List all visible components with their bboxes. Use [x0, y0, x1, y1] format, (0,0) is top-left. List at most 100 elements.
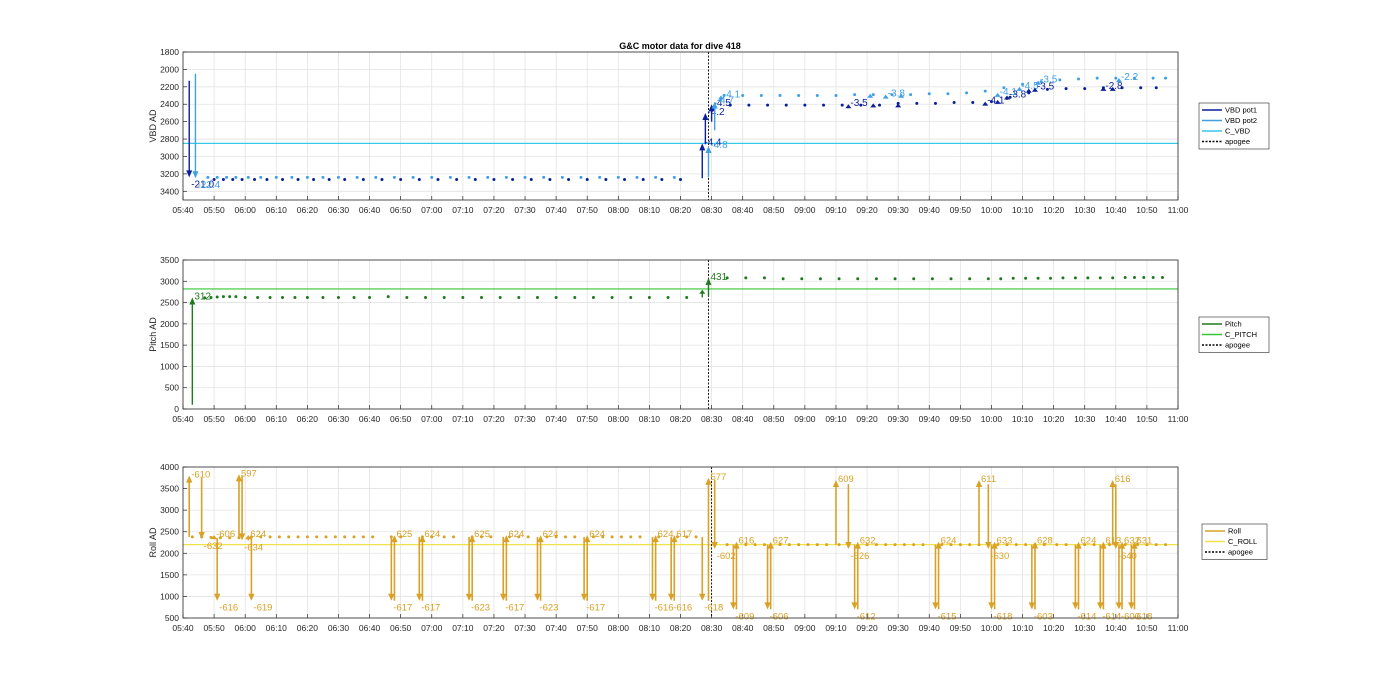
move-label: -2.2	[1121, 72, 1139, 83]
data-point	[567, 178, 571, 182]
data-point	[296, 535, 300, 539]
data-point	[958, 543, 962, 547]
data-point	[921, 543, 925, 547]
move-label: -4.8	[710, 140, 728, 151]
data-point	[585, 178, 589, 182]
y-tick-label: 3400	[160, 186, 179, 196]
data-point	[778, 94, 782, 98]
x-tick-label: 08:00	[608, 623, 630, 633]
move-label: 631	[1136, 536, 1152, 547]
move-label: -614	[1077, 611, 1096, 622]
data-point	[1073, 276, 1077, 280]
x-tick-label: 06:50	[390, 623, 412, 633]
move-label: -614	[1102, 611, 1121, 622]
data-point	[190, 535, 194, 539]
x-tick-label: 09:40	[919, 414, 941, 424]
x-tick-label: 08:50	[763, 414, 785, 424]
data-point	[1123, 275, 1127, 279]
data-point	[744, 276, 748, 280]
x-tick-label: 10:10	[1012, 205, 1034, 215]
data-point	[902, 543, 906, 547]
data-point	[874, 277, 878, 281]
x-tick-label: 07:40	[545, 205, 567, 215]
x-tick-label: 06:00	[235, 205, 257, 215]
data-point	[610, 535, 614, 539]
data-point	[368, 295, 372, 299]
x-tick-label: 10:30	[1074, 205, 1096, 215]
move-label: 624	[508, 529, 524, 540]
data-point	[281, 295, 284, 299]
data-point	[968, 543, 972, 547]
x-tick-label: 07:30	[514, 414, 536, 424]
legend-entry: C_VBD	[1225, 127, 1251, 136]
data-point	[591, 295, 595, 299]
data-point	[654, 175, 658, 179]
move-label: -630	[990, 551, 1009, 562]
data-point	[327, 178, 331, 182]
data-point	[741, 94, 745, 98]
x-tick-label: 06:00	[235, 414, 257, 424]
data-point	[526, 535, 530, 539]
data-point	[268, 295, 272, 299]
y-tick-label: 2000	[160, 319, 179, 329]
move-label: -632	[204, 541, 223, 552]
data-point	[417, 178, 421, 182]
data-point	[560, 175, 564, 179]
x-tick-label: 07:30	[514, 205, 536, 215]
data-point	[672, 175, 676, 179]
x-tick-label: 05:50	[203, 205, 225, 215]
data-point	[1139, 86, 1143, 90]
x-tick-label: 08:10	[639, 414, 661, 424]
x-tick-label: 10:10	[1012, 414, 1034, 424]
y-tick-label: 2600	[160, 117, 179, 127]
x-tick-label: 09:00	[794, 623, 816, 633]
move-label: 609	[838, 474, 854, 485]
data-point	[762, 543, 766, 547]
data-point	[952, 100, 956, 104]
data-point	[884, 543, 888, 547]
data-point	[694, 535, 698, 539]
data-point	[361, 178, 365, 182]
move-label: 616	[738, 536, 754, 547]
data-point	[1095, 76, 1099, 80]
data-point	[638, 535, 642, 539]
x-tick-label: 06:50	[390, 414, 412, 424]
data-point	[800, 277, 804, 281]
x-tick-label: 06:00	[235, 623, 257, 633]
x-tick-label: 08:20	[670, 414, 692, 424]
data-point	[221, 295, 225, 299]
data-point	[573, 535, 577, 539]
data-point	[225, 175, 229, 179]
move-label: 624	[1081, 536, 1097, 547]
y-tick-label: 2800	[160, 134, 179, 144]
move-label: -606	[770, 611, 789, 622]
x-tick-label: 10:40	[1105, 205, 1127, 215]
data-point	[949, 277, 953, 281]
x-tick-label: 10:50	[1136, 205, 1158, 215]
x-tick-label: 08:40	[732, 623, 754, 633]
data-point	[563, 535, 567, 539]
data-point	[660, 178, 664, 182]
move-label: -617	[421, 603, 440, 614]
x-tick-label: 10:10	[1012, 623, 1034, 633]
data-point	[893, 277, 897, 281]
x-tick-label: 06:40	[359, 623, 381, 633]
x-tick-label: 10:00	[981, 623, 1003, 633]
data-point	[473, 178, 477, 182]
y-tick-label: 2400	[160, 99, 179, 109]
data-point	[933, 101, 937, 105]
x-tick-label: 07:20	[483, 205, 505, 215]
move-label: -619	[253, 603, 272, 614]
move-label: 627	[773, 536, 789, 547]
move-label: -4.1	[723, 90, 741, 101]
y-tick-label: 0	[174, 404, 179, 414]
data-point	[246, 175, 250, 179]
data-point	[231, 178, 235, 182]
x-tick-label: 10:50	[1136, 414, 1158, 424]
x-tick-label: 08:00	[608, 414, 630, 424]
legend-entry: apogee	[1225, 341, 1250, 350]
legend: PitchC_PITCHapogee	[1198, 316, 1270, 353]
data-point	[480, 295, 483, 299]
move-label: 611	[981, 474, 996, 485]
y-tick-label: 2200	[160, 82, 179, 92]
